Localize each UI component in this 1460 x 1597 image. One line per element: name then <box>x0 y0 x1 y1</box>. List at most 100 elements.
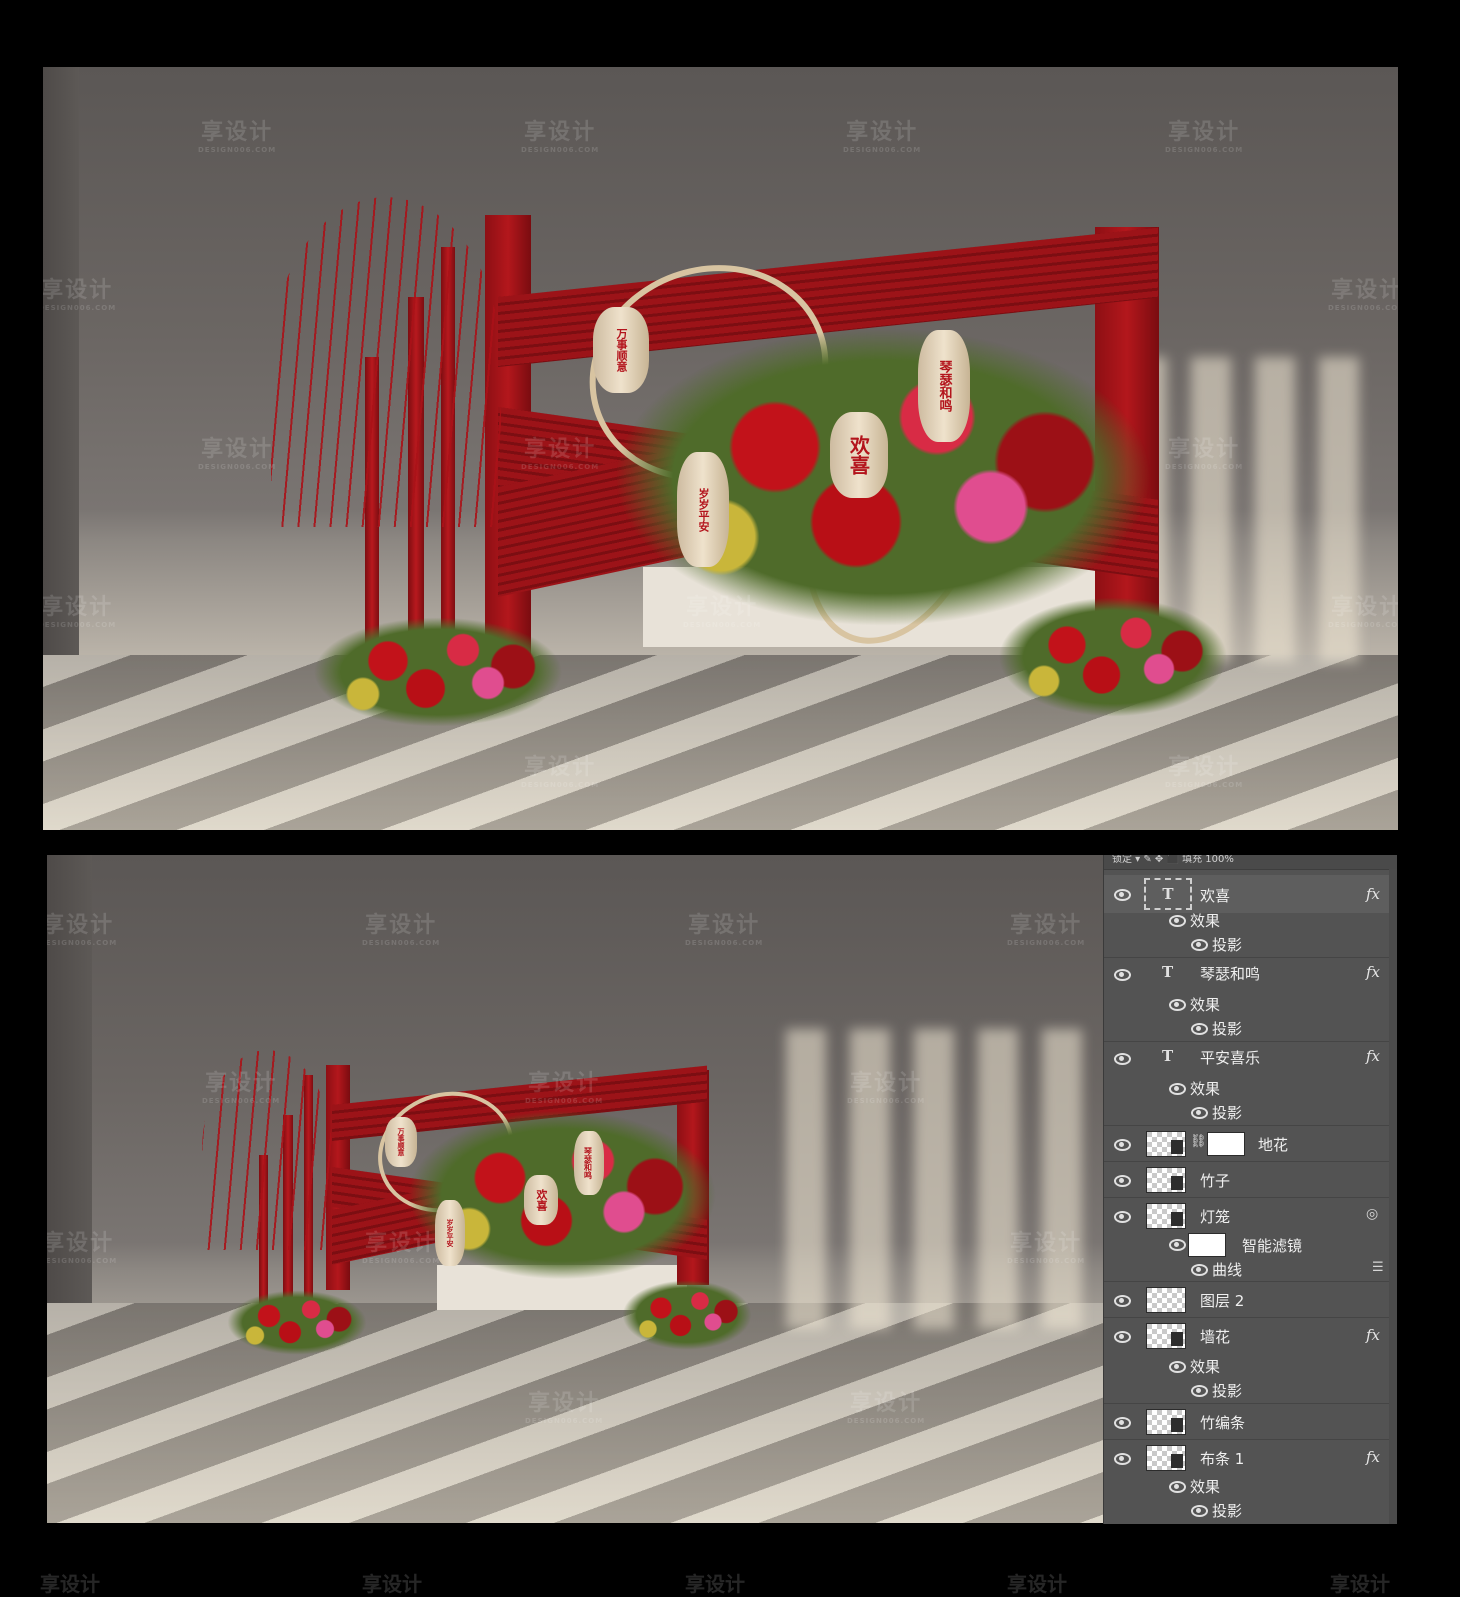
layer-row-image[interactable]: ⛓ 地花 <box>1104 1127 1397 1162</box>
lock-toolbar[interactable]: 锁定 ▾ ✎ ✥ ⬛ 填充 100% <box>1104 855 1397 870</box>
render-bottom: 万事顺意 欢喜 岁岁平安 琴瑟和鸣 享设计DESIGN006.COM 享设计DE… <box>47 855 1103 1523</box>
watermark: 享设计DESIGN006.COM <box>521 437 600 471</box>
effects-label: 效果 <box>1190 1080 1221 1098</box>
layer-thumbnail <box>1146 1131 1186 1157</box>
fx-icon[interactable]: fx <box>1366 1047 1380 1065</box>
eye-icon[interactable] <box>1113 1211 1131 1223</box>
eye-icon[interactable] <box>1190 1385 1208 1397</box>
fx-icon[interactable]: fx <box>1366 1448 1380 1466</box>
eye-icon[interactable] <box>1168 999 1186 1011</box>
layer-row-smart-object[interactable]: 灯笼 ◎ ⌃ <box>1104 1199 1397 1233</box>
layer-row-text[interactable]: T 平安喜乐 fx ⌃ <box>1104 1045 1397 1069</box>
filter-curves-row[interactable]: 曲线 ☰ <box>1104 1257 1397 1282</box>
effects-label: 效果 <box>1190 1358 1221 1376</box>
eye-icon[interactable] <box>1168 915 1186 927</box>
eye-icon[interactable] <box>1168 1361 1186 1373</box>
smart-filter-row[interactable]: 智能滤镜 <box>1104 1231 1397 1257</box>
effect-drop-shadow[interactable]: 投影 <box>1104 1497 1397 1521</box>
watermark: 享设计DESIGN006.COM <box>847 1071 926 1105</box>
watermark: 享设计DESIGN006.COM <box>683 595 762 629</box>
layer-name: 灯笼 <box>1200 1208 1231 1226</box>
eye-icon[interactable] <box>1113 1453 1131 1465</box>
watermark: 享设计DESIGN006.COM <box>198 437 277 471</box>
eye-icon[interactable] <box>1113 1331 1131 1343</box>
layer-name: 布条 1 <box>1200 1450 1245 1468</box>
layer-thumbnail <box>1146 1323 1186 1349</box>
filter-mask-thumbnail[interactable] <box>1188 1233 1226 1257</box>
eye-icon[interactable] <box>1113 889 1131 901</box>
layer-row-image[interactable]: 竹子 <box>1104 1163 1397 1198</box>
eye-icon[interactable] <box>1168 1083 1186 1095</box>
eye-icon[interactable] <box>1113 1175 1131 1187</box>
watermark: 享设计DESIGN006.COM <box>847 1391 926 1425</box>
watermark: 享设计DESIGN006.COM <box>1165 437 1244 471</box>
eye-icon[interactable] <box>1113 1295 1131 1307</box>
layer-row-image[interactable]: 竹编条 <box>1104 1405 1397 1440</box>
fx-icon[interactable]: fx <box>1366 885 1380 903</box>
lantern-2: 欢喜 <box>830 412 888 498</box>
lantern-1: 万事顺意 <box>593 307 649 393</box>
watermark: 享设计DESIGN006.COM <box>525 1071 604 1105</box>
layer-name: 竹编条 <box>1200 1414 1246 1432</box>
eye-icon[interactable] <box>1190 1505 1208 1517</box>
layer-row-image[interactable]: 布条 1 fx ⌃ <box>1104 1441 1397 1475</box>
panel-scrollbar[interactable] <box>1389 869 1397 1524</box>
effect-label: 投影 <box>1212 1382 1243 1400</box>
effects-row[interactable]: 效果 <box>1104 1473 1397 1497</box>
fx-icon[interactable]: fx <box>1366 1326 1380 1344</box>
lantern-2: 欢喜 <box>524 1175 558 1225</box>
eye-icon[interactable] <box>1190 1023 1208 1035</box>
smart-filter-icon[interactable]: ◎ <box>1366 1206 1378 1222</box>
watermark: 享设计DESIGN006.COM <box>47 913 118 947</box>
effect-drop-shadow[interactable]: 投影 <box>1104 931 1397 958</box>
eye-icon[interactable] <box>1190 1264 1208 1276</box>
effects-row[interactable]: 效果 <box>1104 1075 1397 1099</box>
flower-cluster-floor-left <box>227 1290 367 1355</box>
layer-row-image[interactable]: 图层 2 <box>1104 1283 1397 1318</box>
watermark: 享设计DESIGN006.COM <box>521 120 600 154</box>
filter-options-icon[interactable]: ☰ <box>1372 1260 1384 1275</box>
layer-name: 竹子 <box>1200 1172 1231 1190</box>
watermark: 享设计DESIGN006.COM <box>843 120 922 154</box>
layer-name: 图层 2 <box>1200 1292 1245 1310</box>
watermark: 享设计DESIGN006.COM <box>1007 913 1086 947</box>
effects-row[interactable]: 效果 <box>1104 1353 1397 1377</box>
watermark: 享设计DESIGN006.COM <box>43 595 117 629</box>
flower-cluster-floor-right <box>998 597 1228 717</box>
eye-icon[interactable] <box>1113 1053 1131 1065</box>
layer-mask-thumbnail[interactable] <box>1207 1132 1245 1156</box>
lantern-4: 琴瑟和鸣 <box>918 330 970 442</box>
effects-row[interactable]: 效果 <box>1104 907 1397 931</box>
link-icon[interactable]: ⛓ <box>1190 1134 1207 1149</box>
effect-label: 投影 <box>1212 1020 1243 1038</box>
watermark: 享设计DESIGN006.COM <box>202 1071 281 1105</box>
layers-panel: 锁定 ▾ ✎ ✥ ⬛ 填充 100% T 欢喜 fx ⌃ 效果 投影 T 琴瑟和… <box>1103 855 1397 1524</box>
effect-label: 投影 <box>1212 1104 1243 1122</box>
eye-icon[interactable] <box>1168 1239 1186 1251</box>
eye-icon[interactable] <box>1168 1481 1186 1493</box>
eye-icon[interactable] <box>1113 1417 1131 1429</box>
eye-icon[interactable] <box>1190 1107 1208 1119</box>
layer-thumbnail <box>1146 1167 1186 1193</box>
fx-icon[interactable]: fx <box>1366 963 1380 981</box>
eye-icon[interactable] <box>1190 939 1208 951</box>
effect-drop-shadow[interactable]: 投影 <box>1104 1099 1397 1126</box>
watermark: 享设计 <box>685 1572 745 1596</box>
text-layer-icon: T <box>1162 1047 1174 1065</box>
layer-thumbnail <box>1146 1287 1186 1313</box>
eye-icon[interactable] <box>1113 1139 1131 1151</box>
filter-label: 曲线 <box>1212 1261 1243 1279</box>
eye-icon[interactable] <box>1113 969 1131 981</box>
text-layer-icon: T <box>1144 878 1192 910</box>
smart-filter-label: 智能滤镜 <box>1242 1237 1303 1255</box>
watermark: 享设计DESIGN006.COM <box>362 913 441 947</box>
effect-drop-shadow[interactable]: 投影 <box>1104 1377 1397 1404</box>
layer-row-image[interactable]: 墙花 fx ⌃ <box>1104 1319 1397 1353</box>
lantern-1: 万事顺意 <box>385 1117 417 1167</box>
effects-row[interactable]: 效果 <box>1104 991 1397 1015</box>
watermark: 享设计DESIGN006.COM <box>1328 278 1398 312</box>
lantern-3: 岁岁平安 <box>677 452 729 567</box>
effect-drop-shadow[interactable]: 投影 <box>1104 1015 1397 1042</box>
red-willow-tree <box>271 197 501 527</box>
layer-row-text[interactable]: T 琴瑟和鸣 fx ⌃ <box>1104 961 1397 985</box>
